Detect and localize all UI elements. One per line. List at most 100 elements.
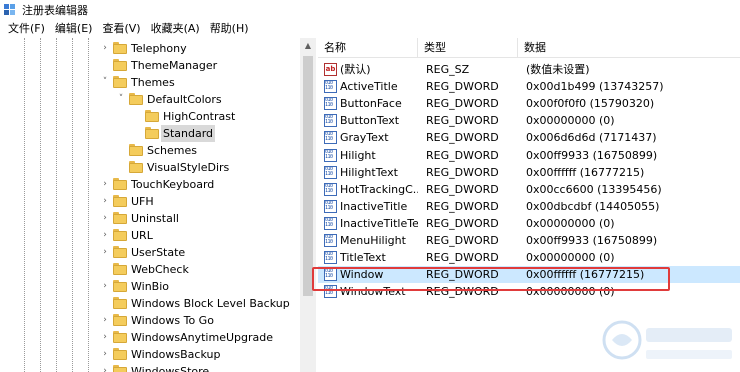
menu-favorites[interactable]: 收藏夹(A) [146,20,205,38]
column-header-data[interactable]: 数据 [518,38,740,58]
chevron-right-icon[interactable]: › [100,179,110,189]
chevron-right-icon[interactable]: › [100,247,110,257]
tree-item-label[interactable]: UFH [129,193,156,210]
chevron-right-icon[interactable]: › [100,196,110,206]
tree-item-label[interactable]: DefaultColors [145,91,224,108]
value-name[interactable]: TitleText [340,249,418,266]
tree-item-label[interactable]: UserState [129,244,187,261]
menu-help[interactable]: 帮助(H) [205,20,254,38]
tree-item[interactable]: › Telephony [0,40,300,57]
tree-scrollbar[interactable]: ▲ [300,38,316,372]
value-row[interactable]: 010 110 ActiveTitle REG_DWORD 0x00d1b499 (13… [318,78,740,95]
tree-item-label[interactable]: Telephony [129,40,189,57]
chevron-right-icon[interactable]: › [100,349,110,359]
tree-item-label[interactable]: URL [129,227,155,244]
tree-item[interactable]: › UFH [0,193,300,210]
tree-item[interactable]: › Uninstall [0,210,300,227]
scroll-up-icon[interactable]: ▲ [300,38,316,54]
tree-item[interactable]: ˅ DefaultColors [0,91,300,108]
value-row[interactable]: 010 110 Hilight REG_DWORD 0x00ff9933 (167508… [318,147,740,164]
value-type: REG_DWORD [426,80,499,94]
tree-item[interactable]: › WinBio [0,278,300,295]
value-name[interactable]: GrayText [340,129,418,146]
value-name[interactable]: ButtonText [340,112,418,129]
column-header-name[interactable]: 名称 [318,38,418,58]
tree-item-label[interactable]: WindowsStore [129,363,211,372]
value-data: 0x00000000 (0) [526,251,615,265]
value-name[interactable]: HilightText [340,164,418,181]
folder-icon [113,195,127,207]
tree-item-label[interactable]: TouchKeyboard [129,176,216,193]
registry-key-tree[interactable]: › Telephony ThemeManager ˅ Themes ˅ DefaultCol… [0,38,316,372]
value-row[interactable]: 010 110 TitleText REG_DWORD 0x00000000 (0) [318,249,740,266]
value-name[interactable]: (默认) [340,61,418,78]
value-name[interactable]: ButtonFace [340,95,418,112]
tree-item[interactable]: Schemes [0,142,300,159]
tree-item[interactable]: ˅ Themes [0,74,300,91]
tree-item[interactable]: › Windows To Go [0,312,300,329]
expand-down-icon[interactable]: ˅ [116,94,126,104]
tree-item-label[interactable]: Windows To Go [129,312,216,329]
chevron-right-icon[interactable]: › [100,230,110,240]
folder-icon [113,314,127,326]
chevron-right-icon[interactable]: › [100,332,110,342]
menu-edit[interactable]: 编辑(E) [50,20,98,38]
no-expander [132,111,142,121]
value-name[interactable]: MenuHilight [340,232,418,249]
expand-down-icon[interactable]: ˅ [100,77,110,87]
tree-item-label[interactable]: ThemeManager [129,57,219,74]
value-row[interactable]: 010 110 MenuHilight REG_DWORD 0x00ff9933 (16… [318,232,740,249]
value-row[interactable]: 010 110 InactiveTitle REG_DWORD 0x00dbcdbf (… [318,198,740,215]
value-row[interactable]: 010 110 ButtonFace REG_DWORD 0x00f0f0f0 (157… [318,95,740,112]
tree-item[interactable]: Standard [0,125,300,142]
title-bar: 注册表编辑器 [0,0,740,20]
column-header-type[interactable]: 类型 [418,38,518,58]
value-name[interactable]: HotTrackingC... [340,181,418,198]
chevron-right-icon[interactable]: › [100,43,110,53]
menu-file[interactable]: 文件(F) [3,20,50,38]
tree-item[interactable]: › WindowsStore [0,363,300,372]
tree-item[interactable]: › UserState [0,244,300,261]
tree-item-label[interactable]: WindowsBackup [129,346,222,363]
tree-item-label[interactable]: Uninstall [129,210,181,227]
tree-item[interactable]: HighContrast [0,108,300,125]
tree-item-label[interactable]: WebCheck [129,261,191,278]
value-row[interactable]: 010 110 HotTrackingC... REG_DWORD 0x00cc6600… [318,181,740,198]
value-name[interactable]: Hilight [340,147,418,164]
value-row[interactable]: ab (默认) REG_SZ (数值未设置) [318,61,740,78]
value-data: 0x00000000 (0) [526,114,615,128]
chevron-right-icon[interactable]: › [100,281,110,291]
tree-item[interactable]: › WindowsBackup [0,346,300,363]
tree-item[interactable]: VisualStyleDirs [0,159,300,176]
no-expander [132,128,142,138]
chevron-right-icon[interactable]: › [100,315,110,325]
tree-item-label[interactable]: VisualStyleDirs [145,159,231,176]
value-name[interactable]: InactiveTitleText [340,215,418,232]
tree-item[interactable]: › URL [0,227,300,244]
tree-item-label[interactable]: Schemes [145,142,199,159]
chevron-right-icon[interactable]: › [100,213,110,223]
value-name[interactable]: ActiveTitle [340,78,418,95]
binary-value-icon: 010 110 [324,97,337,111]
chevron-right-icon[interactable]: › [100,366,110,372]
menu-view[interactable]: 查看(V) [97,20,145,38]
scroll-thumb[interactable] [303,56,313,296]
tree-item-label[interactable]: Standard [161,125,216,142]
value-row[interactable]: 010110InactiveTitleText REG_DWORD 0x000000… [318,215,740,232]
tree-item[interactable]: › WindowsAnytimeUpgrade [0,329,300,346]
tree-item[interactable]: › TouchKeyboard [0,176,300,193]
tree-item[interactable]: WebCheck [0,261,300,278]
tree-item-label[interactable]: WindowsAnytimeUpgrade [129,329,275,346]
tree-item[interactable]: ThemeManager [0,57,300,74]
tree-item-label[interactable]: HighContrast [161,108,237,125]
value-name[interactable]: InactiveTitle [340,198,418,215]
value-row[interactable]: 010 110 HilightText REG_DWORD 0x00ffffff (16… [318,164,740,181]
string-value-icon: ab [324,63,337,76]
tree-item[interactable]: Windows Block Level Backup [0,295,300,312]
menu-bar: 文件(F) 编辑(E) 查看(V) 收藏夹(A) 帮助(H) [0,20,740,38]
tree-item-label[interactable]: Themes [129,74,177,91]
value-row[interactable]: 010 110 GrayText REG_DWORD 0x006d6d6d (71714… [318,129,740,146]
tree-item-label[interactable]: WinBio [129,278,171,295]
value-row[interactable]: 010 110 ButtonText REG_DWORD 0x00000000 (0) [318,112,740,129]
tree-item-label[interactable]: Windows Block Level Backup [129,295,292,312]
